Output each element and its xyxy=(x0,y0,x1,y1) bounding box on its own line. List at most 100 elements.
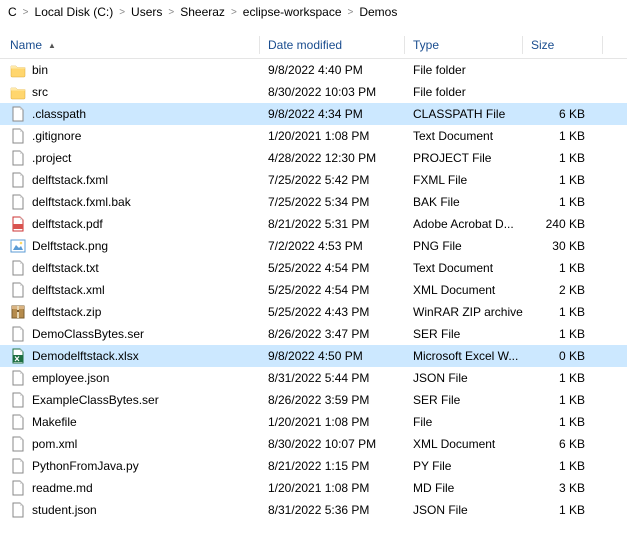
file-modified: 1/20/2021 1:08 PM xyxy=(260,129,405,143)
file-name: delftstack.txt xyxy=(32,261,99,275)
file-row[interactable]: PythonFromJava.py8/21/2022 1:15 PMPY Fil… xyxy=(0,455,627,477)
header-size[interactable]: Size xyxy=(523,38,603,52)
file-type: CLASSPATH File xyxy=(405,107,523,121)
xlsx-icon xyxy=(10,348,26,364)
file-row[interactable]: delftstack.pdf8/21/2022 5:31 PMAdobe Acr… xyxy=(0,213,627,235)
pdf-icon xyxy=(10,216,26,232)
breadcrumb-segment[interactable]: eclipse-workspace xyxy=(243,5,342,19)
file-type: Text Document xyxy=(405,129,523,143)
file-size: 1 KB xyxy=(523,195,603,209)
file-size: 1 KB xyxy=(523,327,603,341)
file-size: 1 KB xyxy=(523,305,603,319)
file-name: readme.md xyxy=(32,481,93,495)
header-modified[interactable]: Date modified xyxy=(260,38,405,52)
file-row[interactable]: employee.json 8/31/2022 5:44 PMJSON File1… xyxy=(0,367,627,389)
file-modified: 8/30/2022 10:03 PM xyxy=(260,85,405,99)
file-name: delftstack.fxml.bak xyxy=(32,195,131,209)
file-type: PY File xyxy=(405,459,523,473)
file-icon xyxy=(10,326,26,342)
file-row[interactable]: bin9/8/2022 4:40 PMFile folder xyxy=(0,59,627,81)
file-name: Delftstack.png xyxy=(32,239,108,253)
file-name: src xyxy=(32,85,48,99)
file-row[interactable]: Delftstack.png7/2/2022 4:53 PMPNG File30… xyxy=(0,235,627,257)
folder-icon xyxy=(10,62,26,78)
file-row[interactable]: pom.xml8/30/2022 10:07 PMXML Document6 K… xyxy=(0,433,627,455)
file-type: XML Document xyxy=(405,437,523,451)
file-type: SER File xyxy=(405,327,523,341)
file-modified: 8/30/2022 10:07 PM xyxy=(260,437,405,451)
file-type: PNG File xyxy=(405,239,523,253)
file-size: 1 KB xyxy=(523,393,603,407)
file-size: 1 KB xyxy=(523,503,603,517)
file-icon xyxy=(10,172,26,188)
file-icon xyxy=(10,150,26,166)
file-type: SER File xyxy=(405,393,523,407)
file-modified: 9/8/2022 4:34 PM xyxy=(260,107,405,121)
chevron-right-icon: > xyxy=(168,7,174,18)
file-size: 2 KB xyxy=(523,283,603,297)
file-row[interactable]: readme.md1/20/2021 1:08 PMMD File3 KB xyxy=(0,477,627,499)
breadcrumb-segment[interactable]: Sheeraz xyxy=(180,5,225,19)
file-icon xyxy=(10,260,26,276)
file-size: 240 KB xyxy=(523,217,603,231)
breadcrumb-segment[interactable]: Demos xyxy=(359,5,397,19)
breadcrumb-segment[interactable]: Users xyxy=(131,5,162,19)
file-modified: 8/31/2022 5:44 PM xyxy=(260,371,405,385)
file-type: Text Document xyxy=(405,261,523,275)
file-size: 1 KB xyxy=(523,151,603,165)
file-row[interactable]: student.json 8/31/2022 5:36 PMJSON File1 … xyxy=(0,499,627,521)
file-size: 1 KB xyxy=(523,459,603,473)
file-row[interactable]: delftstack.fxml.bak7/25/2022 5:34 PMBAK … xyxy=(0,191,627,213)
file-row[interactable]: Makefile1/20/2021 1:08 PMFile1 KB xyxy=(0,411,627,433)
file-modified: 8/26/2022 3:59 PM xyxy=(260,393,405,407)
file-row[interactable]: DemoClassBytes.ser8/26/2022 3:47 PMSER F… xyxy=(0,323,627,345)
file-modified: 8/21/2022 1:15 PM xyxy=(260,459,405,473)
file-type: JSON File xyxy=(405,503,523,517)
file-size: 6 KB xyxy=(523,437,603,451)
file-modified: 8/31/2022 5:36 PM xyxy=(260,503,405,517)
file-row[interactable]: ExampleClassBytes.ser8/26/2022 3:59 PMSE… xyxy=(0,389,627,411)
file-icon xyxy=(10,436,26,452)
file-row[interactable]: delftstack.xml5/25/2022 4:54 PMXML Docum… xyxy=(0,279,627,301)
file-size: 1 KB xyxy=(523,129,603,143)
file-row[interactable]: Demodelftstack.xlsx9/8/2022 4:50 PMMicro… xyxy=(0,345,627,367)
file-modified: 7/25/2022 5:42 PM xyxy=(260,173,405,187)
file-name: delftstack.xml xyxy=(32,283,105,297)
file-type: FXML File xyxy=(405,173,523,187)
file-row[interactable]: src 8/30/2022 10:03 PMFile folder xyxy=(0,81,627,103)
file-icon xyxy=(10,106,26,122)
breadcrumb-segment[interactable]: Local Disk (C:) xyxy=(35,5,114,19)
file-icon xyxy=(10,128,26,144)
file-name: student.json xyxy=(32,503,97,517)
file-row[interactable]: delftstack.fxml7/25/2022 5:42 PMFXML Fil… xyxy=(0,169,627,191)
file-type: JSON File xyxy=(405,371,523,385)
header-name[interactable]: Name ▲ xyxy=(8,38,260,52)
zip-icon xyxy=(10,304,26,320)
breadcrumb[interactable]: C>Local Disk (C:)>Users>Sheeraz>eclipse-… xyxy=(0,0,627,24)
file-icon xyxy=(10,282,26,298)
file-modified: 8/26/2022 3:47 PM xyxy=(260,327,405,341)
chevron-right-icon: > xyxy=(119,7,125,18)
file-icon xyxy=(10,502,26,518)
file-row[interactable]: delftstack.zip5/25/2022 4:43 PMWinRAR ZI… xyxy=(0,301,627,323)
breadcrumb-segment[interactable]: C xyxy=(8,5,17,19)
file-type: MD File xyxy=(405,481,523,495)
file-type: File folder xyxy=(405,85,523,99)
file-row[interactable]: .project4/28/2022 12:30 PMPROJECT File1 … xyxy=(0,147,627,169)
header-type[interactable]: Type xyxy=(405,38,523,52)
file-row[interactable]: .gitignore 1/20/2021 1:08 PMText Document… xyxy=(0,125,627,147)
file-icon xyxy=(10,392,26,408)
file-modified: 4/28/2022 12:30 PM xyxy=(260,151,405,165)
file-name: bin xyxy=(32,63,48,77)
file-modified: 7/2/2022 4:53 PM xyxy=(260,239,405,253)
file-row[interactable]: .classpath9/8/2022 4:34 PMCLASSPATH File… xyxy=(0,103,627,125)
file-size: 1 KB xyxy=(523,371,603,385)
chevron-right-icon: > xyxy=(348,7,354,18)
file-name: employee.json xyxy=(32,371,109,385)
header-name-label: Name xyxy=(10,38,42,52)
file-name: .gitignore xyxy=(32,129,81,143)
file-type: File folder xyxy=(405,63,523,77)
file-row[interactable]: delftstack.txt5/25/2022 4:54 PMText Docu… xyxy=(0,257,627,279)
file-icon xyxy=(10,370,26,386)
file-list: bin9/8/2022 4:40 PMFile folder src 8/30/20… xyxy=(0,59,627,521)
